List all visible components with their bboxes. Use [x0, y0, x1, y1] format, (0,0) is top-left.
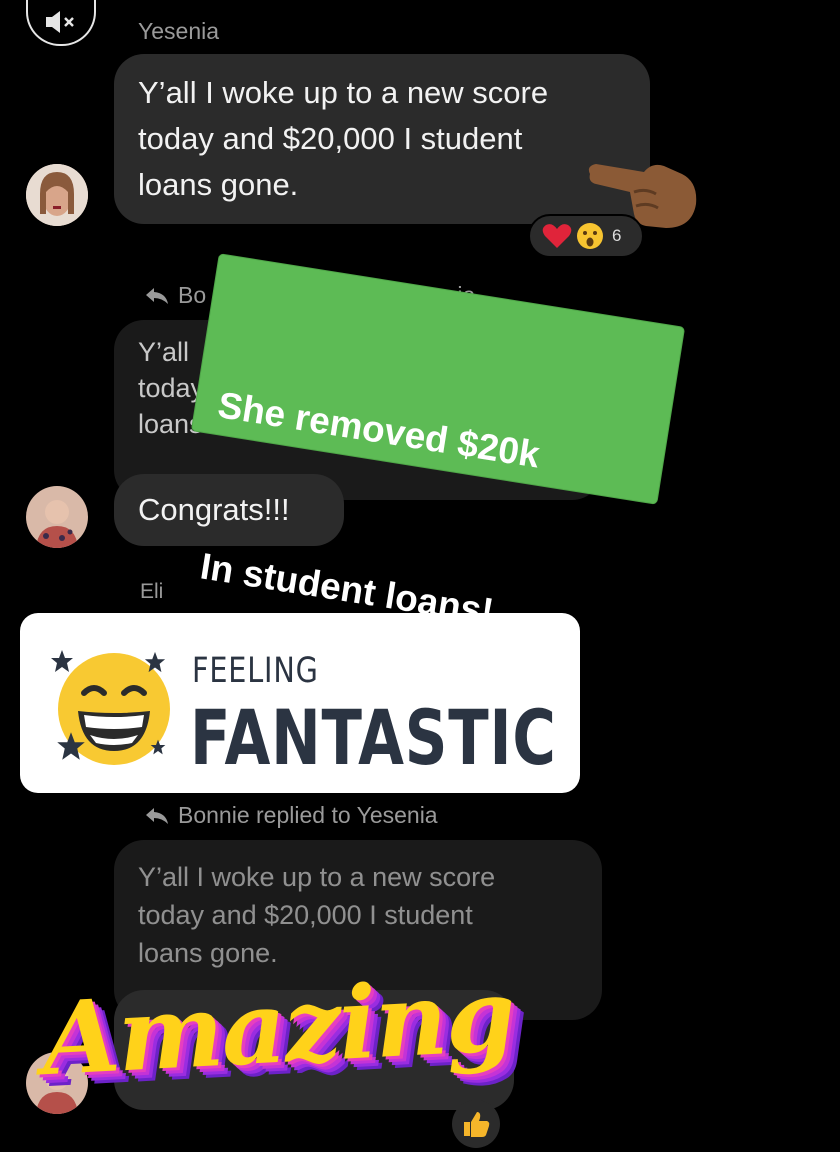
star-icon: [150, 739, 166, 755]
reaction-badge[interactable]: [452, 1100, 500, 1148]
sender-name: Yesenia: [138, 18, 220, 44]
quoted-line: today and $20,000 I student: [138, 900, 473, 930]
reply-arrow-icon: [146, 287, 168, 304]
sticker-line: She removed $20k: [215, 384, 543, 476]
message-bubble[interactable]: Y’all I woke up to a new score today and…: [114, 54, 650, 224]
message-line: Y’all I woke up to a new score: [138, 75, 549, 110]
surprised-face-icon: [577, 223, 603, 249]
fantastic-label: FANTASTIC: [190, 693, 557, 782]
reaction-count: 6: [612, 226, 622, 245]
reactions-pill[interactable]: 6: [528, 214, 644, 258]
reply-label: Bonnie replied to Yesenia: [178, 802, 438, 828]
reply-label: Bo: [178, 282, 207, 308]
feeling-fantastic-sticker: FEELING FANTASTIC: [20, 613, 580, 793]
mute-button[interactable]: [26, 0, 96, 46]
reply-indicator: Bonnie replied to Yesenia: [146, 802, 438, 829]
message-line: loans gone.: [138, 167, 299, 202]
star-icon: [144, 651, 166, 673]
feeling-label: FEELING: [192, 651, 319, 691]
green-caption-sticker: She removed $20k In student loans!: [191, 254, 685, 632]
avatar[interactable]: [26, 164, 88, 226]
thumbs-up-icon: [464, 1112, 490, 1137]
quoted-line: Y’all I woke up to a new score: [138, 862, 496, 892]
avatar[interactable]: [26, 486, 88, 548]
speaker-muted-icon: [46, 11, 74, 33]
heart-icon: [542, 224, 572, 248]
message-line: today and $20,000 I student: [138, 121, 523, 156]
star-icon: [51, 650, 73, 672]
sender-name: Eli: [140, 580, 164, 603]
amazing-sticker: Amazing: [39, 955, 517, 1099]
star-icon: [57, 732, 85, 760]
reply-arrow-icon: [146, 807, 168, 824]
